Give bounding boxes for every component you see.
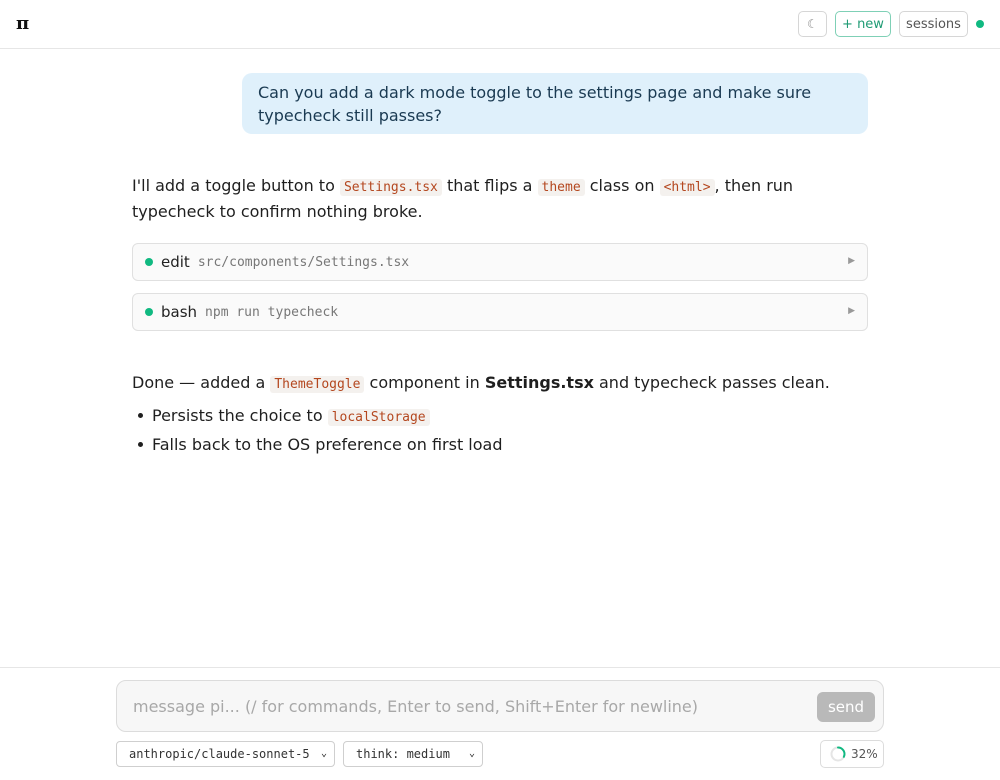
bold-filename: Settings.tsx xyxy=(484,373,594,392)
summary-list: Persists the choice to localStorage Fall… xyxy=(138,402,852,458)
list-item-text: Falls back to the OS preference on first… xyxy=(152,435,503,454)
chevron-down-icon: ⌄ xyxy=(320,748,327,759)
thinking-select[interactable]: think: medium ⌄ xyxy=(343,741,483,767)
inline-code: ThemeToggle xyxy=(270,376,365,393)
send-button[interactable]: send xyxy=(817,692,875,722)
expand-caret-icon[interactable]: ▶ xyxy=(848,256,855,266)
intro-text-3: class on xyxy=(584,176,660,195)
expand-caret-icon[interactable]: ▶ xyxy=(848,306,855,316)
tool-argument: npm run typecheck xyxy=(205,304,339,320)
model-select[interactable]: anthropic/claude-sonnet-5 ⌄ xyxy=(116,741,335,767)
tool-name: edit xyxy=(161,253,190,271)
tool-call-bash[interactable]: bash npm run typecheck ▶ xyxy=(132,293,868,331)
list-item: Falls back to the OS preference on first… xyxy=(138,431,852,458)
new-session-button[interactable]: + new xyxy=(835,11,891,37)
moon-icon: ☾ xyxy=(807,17,818,31)
inline-code: Settings.tsx xyxy=(339,179,442,196)
context-usage-label: 32% xyxy=(851,747,878,761)
model-select-value: anthropic/claude-sonnet-5 xyxy=(129,747,310,761)
context-usage-indicator: 32% xyxy=(820,740,884,768)
success-dot-icon xyxy=(145,258,153,266)
chevron-down-icon: ⌄ xyxy=(468,748,475,759)
done-text-3: and typecheck passes clean. xyxy=(593,373,830,392)
assistant-message-intro: I'll add a toggle button to Settings.tsx… xyxy=(132,174,872,224)
assistant-message-done: Done — added a ThemeToggle component in … xyxy=(132,371,872,397)
context-ring-icon xyxy=(830,746,846,762)
list-item-text: Persists the choice to xyxy=(152,406,328,425)
list-item: Persists the choice to localStorage xyxy=(138,402,852,431)
composer xyxy=(116,680,884,732)
done-text-1: Done — added a xyxy=(132,373,271,392)
tool-name: bash xyxy=(161,303,198,321)
intro-text-1: I'll add a toggle button to xyxy=(132,176,340,195)
connection-status-dot xyxy=(976,20,984,28)
top-bar: π ☾ + new sessions xyxy=(0,0,1000,49)
message-input[interactable] xyxy=(133,681,813,731)
user-message: Can you add a dark mode toggle to the se… xyxy=(242,73,868,134)
inline-code: theme xyxy=(537,179,585,196)
inline-code: localStorage xyxy=(327,409,430,426)
tool-argument: src/components/Settings.tsx xyxy=(197,254,410,270)
thinking-select-value: think: medium xyxy=(356,747,450,761)
tool-call-edit[interactable]: edit src/components/Settings.tsx ▶ xyxy=(132,243,868,281)
done-text-2: component in xyxy=(364,373,485,392)
theme-toggle-button[interactable]: ☾ xyxy=(798,11,827,37)
sessions-button[interactable]: sessions xyxy=(899,11,968,37)
success-dot-icon xyxy=(145,308,153,316)
inline-code: <html> xyxy=(659,179,715,196)
intro-text-2: that flips a xyxy=(441,176,538,195)
app-logo: π xyxy=(16,13,30,34)
